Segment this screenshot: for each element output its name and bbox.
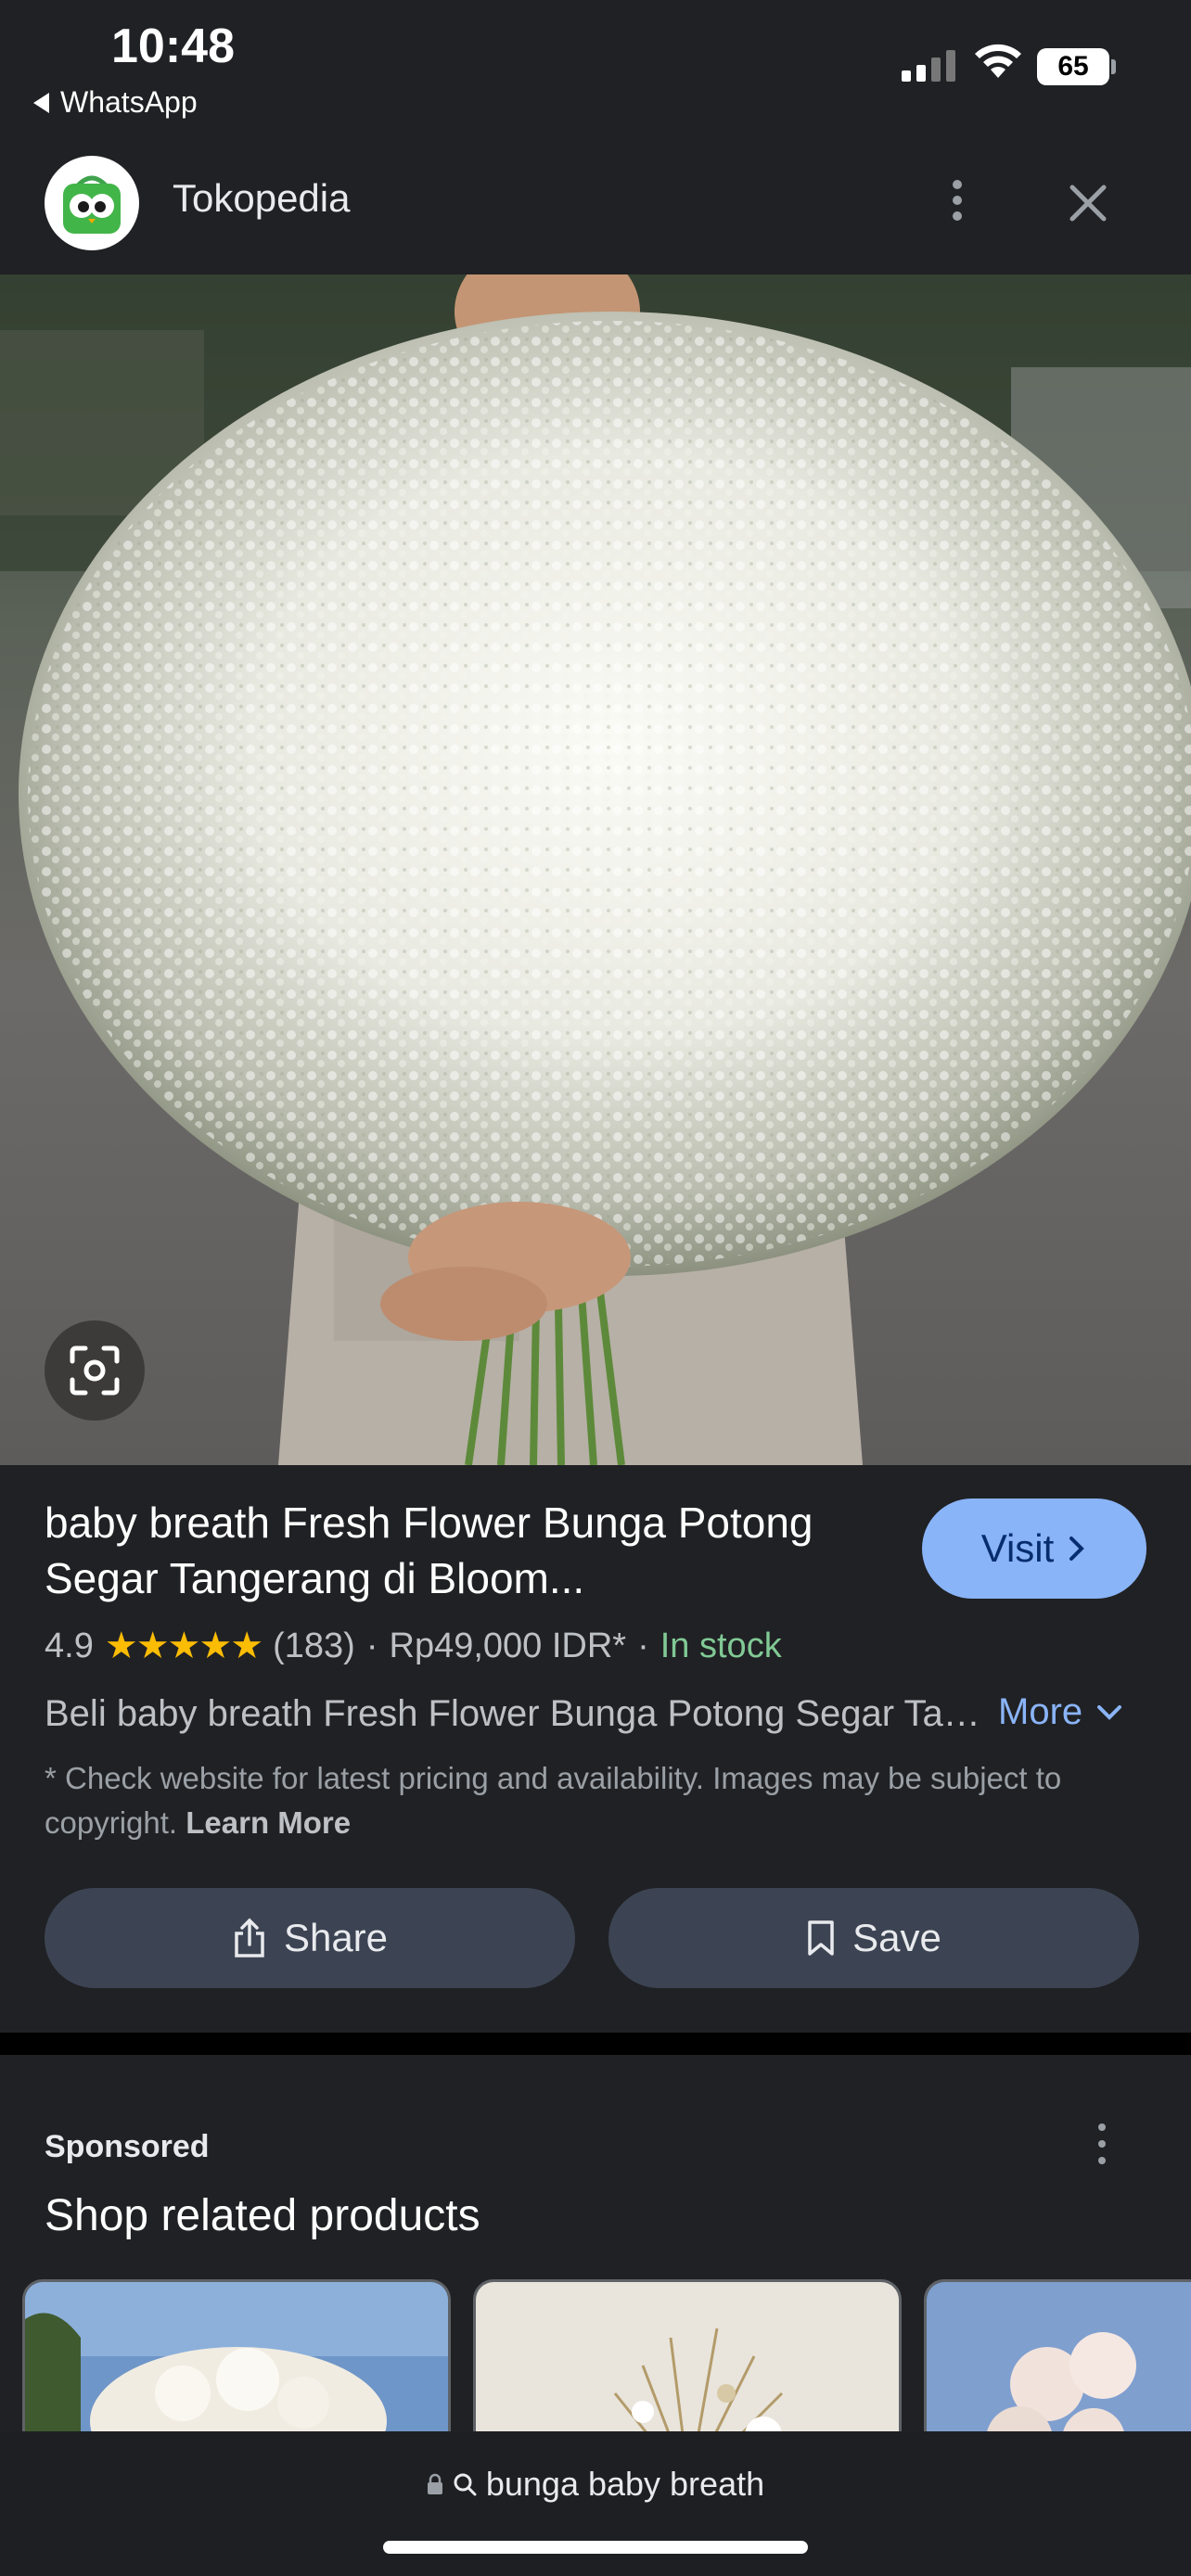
more-vert-icon[interactable] (1093, 2123, 1111, 2164)
product-meta: 4.9 ★★★★★ (183) · Rp49,000 IDR* · In sto… (45, 1625, 782, 1667)
back-arrow-icon (33, 92, 49, 113)
lens-icon[interactable] (45, 1320, 145, 1421)
review-count: (183) (273, 1626, 355, 1665)
meta-separator: · (365, 1626, 378, 1665)
rating-value: 4.9 (45, 1626, 94, 1665)
disclaimer: * Check website for latest pricing and a… (45, 1756, 1148, 1845)
section-divider (0, 2033, 1191, 2055)
product-description: Beli baby breath Fresh Flower Bunga Poto… (45, 1693, 981, 1734)
save-label: Save (852, 1916, 941, 1959)
url-query: bunga baby breath (485, 2465, 765, 2503)
more-button[interactable]: More (998, 1691, 1123, 1733)
share-button[interactable]: Share (45, 1888, 575, 1988)
status-time: 10:48 (111, 19, 235, 73)
more-vert-icon[interactable] (939, 172, 976, 228)
meta-separator: · (637, 1626, 649, 1665)
back-to-app-link[interactable]: WhatsApp (33, 85, 198, 120)
wifi-icon (975, 44, 1021, 78)
chevron-down-icon (1097, 1704, 1122, 1720)
share-icon (235, 1918, 264, 1958)
url-field[interactable]: bunga baby breath (0, 2465, 1191, 2504)
rating-stars: ★★★★★ (104, 1626, 263, 1666)
product-title[interactable]: baby breath Fresh Flower Bunga Potong Se… (45, 1495, 879, 1606)
signal-icon (902, 48, 955, 82)
visit-label: Visit (980, 1526, 1055, 1570)
price: Rp49,000 IDR* (389, 1626, 627, 1665)
battery-nub (1111, 59, 1116, 74)
availability-status: In stock (660, 1626, 782, 1665)
lock-icon (427, 2473, 442, 2494)
battery-icon: 65 (1037, 48, 1109, 85)
product-image[interactable] (0, 274, 1191, 1465)
home-indicator[interactable] (383, 2541, 808, 2554)
visit-button[interactable]: Visit (922, 1498, 1146, 1599)
tokopedia-logo (45, 156, 139, 250)
search-icon (454, 2473, 477, 2496)
bookmark-icon (808, 1920, 834, 1956)
more-label: More (998, 1691, 1083, 1732)
sponsored-label: Sponsored (45, 2129, 210, 2164)
save-button[interactable]: Save (608, 1888, 1139, 1988)
back-app-label: WhatsApp (60, 85, 198, 119)
close-icon[interactable] (1065, 180, 1111, 226)
chevron-right-icon (1069, 1537, 1085, 1561)
site-name: Tokopedia (173, 176, 351, 220)
learn-more-link[interactable]: Learn More (186, 1805, 351, 1840)
url-bar (0, 2431, 1191, 2576)
section-title: Shop related products (45, 2191, 480, 2240)
share-label: Share (283, 1916, 389, 1959)
